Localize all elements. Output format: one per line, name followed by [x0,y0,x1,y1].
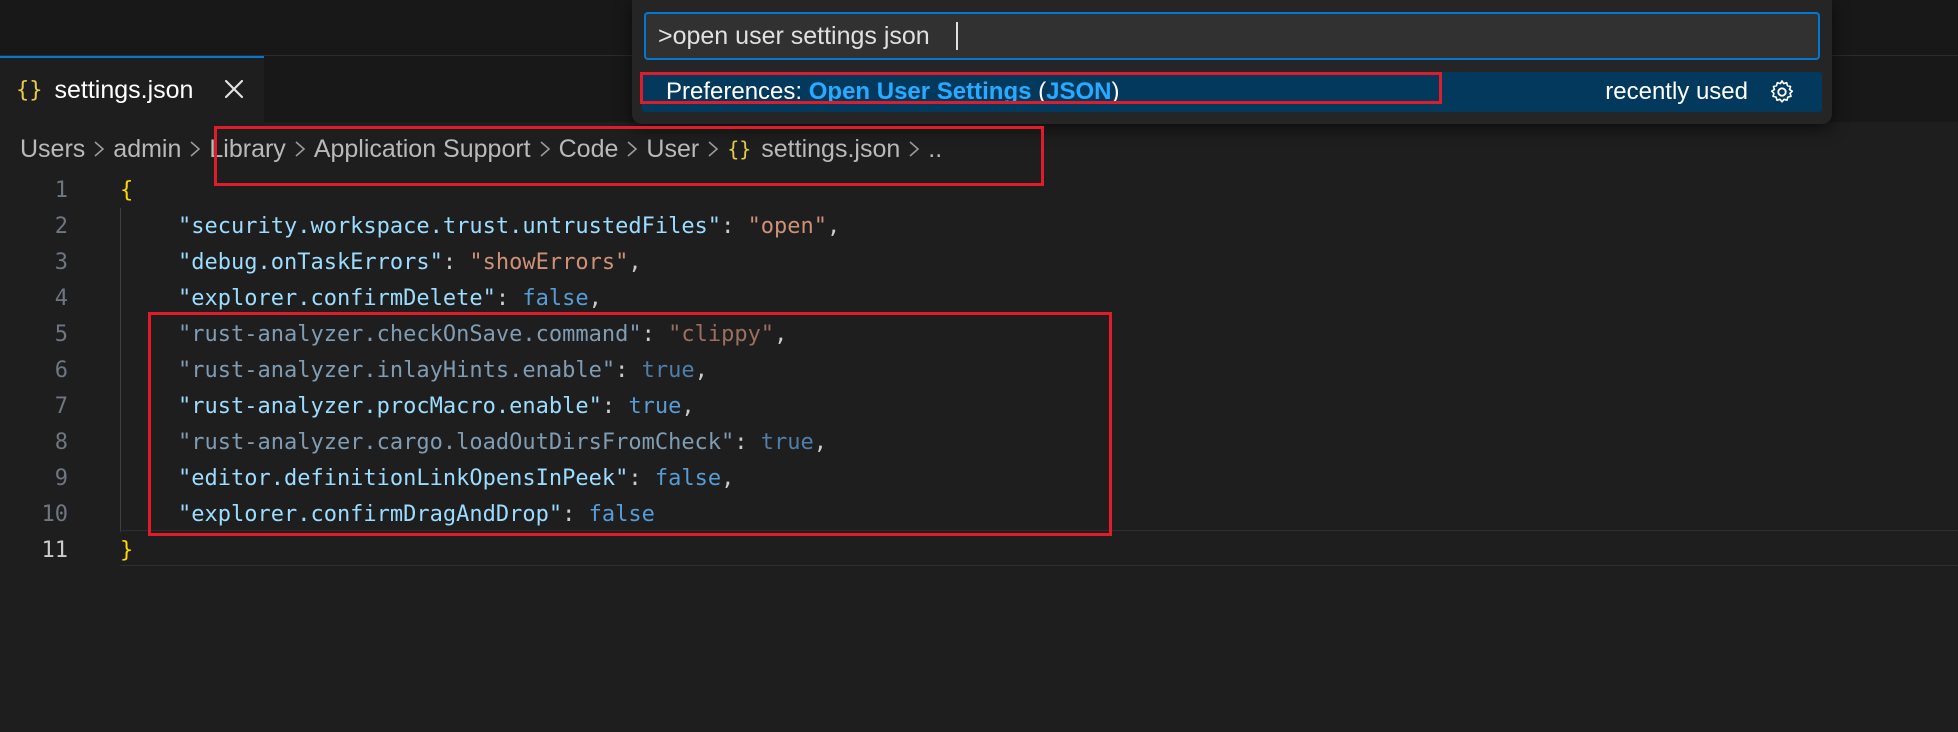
line-number: 4 [54,285,68,311]
colon: : [641,321,669,347]
json-value: "clippy" [668,321,775,347]
comma: , [628,249,642,275]
close-brace: } [120,537,134,563]
chevron-right-icon [699,140,727,158]
json-value: true [760,429,814,455]
code-line: 11 } [0,532,1958,568]
code-line: 9 "editor.definitionLinkOpensInPeek": fa… [0,460,1958,496]
command-palette: Preferences: Open User Settings (JSON) r… [632,0,1832,124]
breadcrumb-code[interactable]: Code [559,135,619,164]
line-number: 7 [54,393,68,419]
line-number: 3 [54,249,68,275]
breadcrumb-user[interactable]: User [646,135,699,164]
command-category: Preferences: [666,78,809,105]
json-key: "rust-analyzer.inlayHints.enable" [178,357,616,383]
json-key: "explorer.confirmDelete" [178,285,496,311]
line-number: 9 [54,465,68,491]
breadcrumb-application-support[interactable]: Application Support [314,135,531,164]
chevron-right-icon [531,140,559,158]
command-palette-input[interactable] [644,12,1820,60]
line-number: 2 [54,213,68,239]
paren-open: ( [1031,78,1047,105]
json-braces-icon: {} [727,137,752,161]
comma: , [827,213,841,239]
line-number: 11 [41,537,69,563]
colon: : [615,357,642,383]
json-value: true [641,357,695,383]
colon: : [562,501,589,527]
paren-close: ) [1111,78,1120,105]
line-number: 5 [54,321,68,347]
text-caret [956,22,958,50]
json-value: "showErrors" [469,249,629,275]
command-match-json: JSON [1046,78,1112,105]
json-key: "editor.definitionLinkOpensInPeek" [178,465,629,491]
json-value: false [588,501,655,527]
json-key: "rust-analyzer.procMacro.enable" [178,393,602,419]
chevron-right-icon [286,140,314,158]
json-value: false [654,465,722,491]
line-number: 1 [54,177,68,203]
command-open-user-settings-json[interactable]: Preferences: Open User Settings (JSON) r… [642,72,1822,112]
tab-label: settings.json [54,75,194,104]
command-match-text: Open User Settings [808,78,1032,105]
colon: : [628,465,655,491]
json-key: "debug.onTaskErrors" [178,249,443,275]
json-key: "rust-analyzer.checkOnSave.command" [178,321,642,347]
tab-settings-json[interactable]: {} settings.json [0,56,264,122]
chevron-right-icon [618,140,646,158]
breadcrumb-settings-json[interactable]: settings.json [761,135,900,164]
json-value: true [628,393,682,419]
json-braces-icon: {} [16,77,43,103]
command-label: Preferences: Open User Settings (JSON) [666,78,1119,106]
breadcrumb: Users admin Library Application Support … [20,130,942,168]
comma: , [681,393,695,419]
comma: , [721,465,735,491]
code-line: 4 "explorer.confirmDelete": false, [0,280,1958,316]
colon: : [495,285,523,311]
comma: , [774,321,788,347]
chevron-right-icon [85,140,113,158]
code-line: 8 "rust-analyzer.cargo.loadOutDirsFromCh… [0,424,1958,460]
comma: , [694,357,708,383]
close-icon[interactable] [220,72,248,106]
chevron-right-icon [181,140,209,158]
colon: : [601,393,629,419]
code-line: 6 "rust-analyzer.inlayHints.enable": tru… [0,352,1958,388]
colon: : [734,429,761,455]
colon: : [721,213,748,239]
json-value: "open" [747,213,828,239]
breadcrumb-more[interactable]: .. [928,135,942,164]
colon: : [442,249,470,275]
line-number: 8 [54,429,68,455]
json-value: false [522,285,589,311]
breadcrumb-admin[interactable]: admin [113,135,181,164]
code-line: 2 "security.workspace.trust.untrustedFil… [0,208,1958,244]
line-number: 10 [41,501,69,527]
code-line: 1 { [0,172,1958,208]
gear-icon[interactable] [1768,78,1796,106]
line-number: 6 [54,357,68,383]
breadcrumb-library[interactable]: Library [209,135,285,164]
code-line: 3 "debug.onTaskErrors": "showErrors", [0,244,1958,280]
code-line: 7 "rust-analyzer.procMacro.enable": true… [0,388,1958,424]
recently-used-label: recently used [1605,78,1748,105]
json-key: "security.workspace.trust.untrustedFiles… [178,213,722,239]
comma: , [813,429,828,455]
chevron-right-icon [900,140,928,158]
code-line: 10 "explorer.confirmDragAndDrop": false [0,496,1958,532]
comma: , [588,285,602,311]
json-key: "explorer.confirmDragAndDrop" [178,501,563,527]
breadcrumb-users[interactable]: Users [20,135,85,164]
code-line: 5 "rust-analyzer.checkOnSave.command": "… [0,316,1958,352]
open-brace: { [120,177,134,203]
json-key: "rust-analyzer.cargo.loadOutDirsFromChec… [178,429,735,455]
vscode-window: {} settings.json Users admin Library App… [0,0,1958,732]
